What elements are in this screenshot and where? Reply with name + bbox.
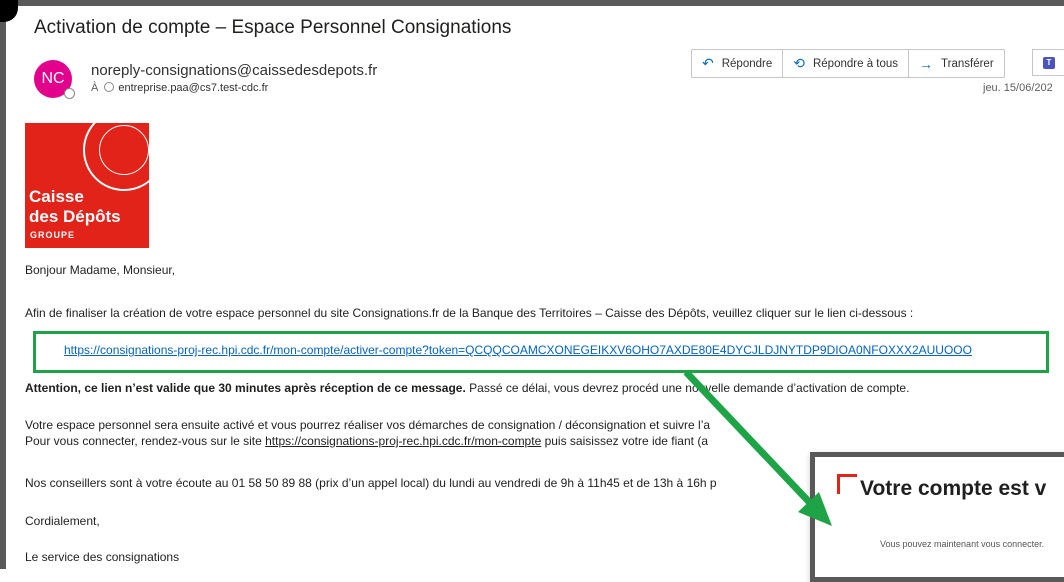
arrow-shaft xyxy=(683,369,815,508)
annotation-arrow xyxy=(683,369,832,526)
